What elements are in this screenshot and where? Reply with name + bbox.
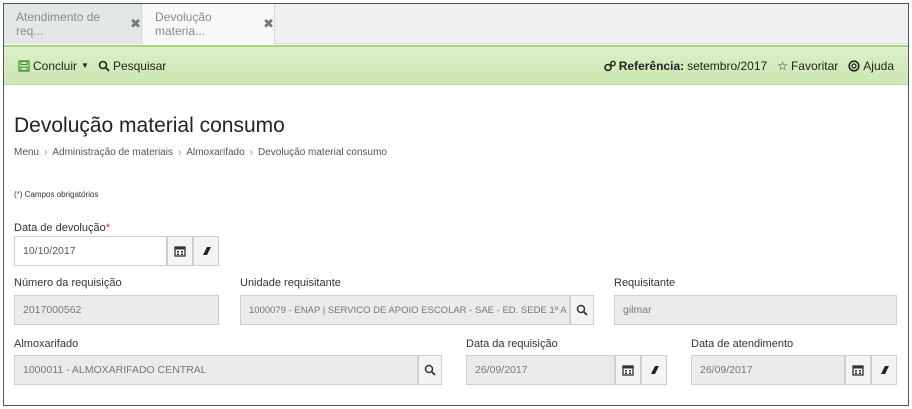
favoritar-label: Favoritar — [790, 58, 839, 73]
tab-bar: Atendimento de req... ✖ Devolução materi… — [4, 4, 908, 44]
eraser-button[interactable] — [193, 236, 219, 266]
tab-atendimento[interactable]: Atendimento de req... ✖ — [4, 4, 142, 44]
unidade-requisitante-field: 1000079 - ENAP | SERVICO DE APOIO ESCOLA… — [240, 295, 570, 325]
referencia-label: Referência: — [618, 58, 685, 73]
cogs-icon — [603, 60, 616, 71]
numero-requisicao-label: Número da requisição — [14, 277, 122, 289]
almoxarifado-label: Almoxarifado — [14, 338, 79, 350]
referencia-value: setembro/2017 — [687, 58, 768, 73]
tab-label: Atendimento de req... — [16, 10, 101, 38]
calendar-button[interactable] — [845, 355, 871, 385]
eraser-icon — [203, 247, 211, 255]
pesquisar-label: Pesquisar — [112, 58, 167, 73]
calendar-icon — [622, 365, 634, 376]
eraser-button[interactable] — [871, 355, 897, 385]
eraser-icon — [651, 366, 659, 374]
breadcrumb-separator: › — [177, 147, 182, 158]
page-title: Devolução material consumo — [14, 114, 285, 137]
requisitante-field: gilmar — [614, 295, 897, 325]
almoxarifado-field: 1000011 - ALMOXARIFADO CENTRAL — [14, 355, 418, 385]
data-requisicao-label: Data da requisição — [466, 338, 558, 350]
eraser-icon — [881, 366, 889, 374]
calendar-icon — [852, 365, 864, 376]
breadcrumb-current: Devolução material consumo — [258, 147, 387, 158]
search-icon — [576, 304, 588, 316]
ajuda-label: Ajuda — [863, 58, 894, 73]
unidade-requisitante-label: Unidade requisitante — [240, 277, 341, 289]
calendar-icon — [174, 246, 186, 257]
data-atendimento-field: 26/09/2017 — [691, 355, 845, 385]
tab-label: Devolução materia... — [155, 10, 212, 38]
ajuda-button[interactable]: Ajuda — [848, 59, 894, 73]
calendar-button[interactable] — [167, 236, 193, 266]
search-icon — [98, 60, 110, 72]
favoritar-button[interactable]: ☆ Favoritar — [777, 59, 838, 73]
data-devolucao-label: Data de devolução* — [14, 222, 111, 234]
breadcrumb-menu[interactable]: Menu — [14, 147, 39, 158]
concluir-label: Concluir — [33, 58, 78, 73]
unidade-search-button[interactable] — [570, 295, 594, 325]
lifebuoy-icon — [848, 59, 860, 72]
toolbar: Concluir ▼ Pesquisar Referência: setembr… — [4, 45, 908, 85]
data-devolucao-input[interactable]: 10/10/2017 — [14, 236, 167, 266]
calendar-button[interactable] — [615, 355, 641, 385]
breadcrumb-separator: › — [249, 147, 254, 158]
tab-devolucao[interactable]: Devolução materia... ✖ — [143, 4, 275, 44]
referencia-button[interactable]: Referência: setembro/2017 — [603, 58, 768, 73]
close-icon[interactable]: ✖ — [130, 16, 141, 32]
search-icon — [424, 364, 436, 376]
eraser-button[interactable] — [641, 355, 667, 385]
caret-down-icon: ▼ — [81, 61, 89, 70]
concluir-button[interactable]: Concluir ▼ — [18, 59, 89, 73]
breadcrumb: Menu › Administração de materiais › Almo… — [14, 147, 387, 158]
breadcrumb-almoxarifado[interactable]: Almoxarifado — [186, 147, 244, 158]
required-note: (*) Campos obrigatórios — [14, 190, 99, 199]
save-icon — [18, 59, 30, 72]
pesquisar-button[interactable]: Pesquisar — [98, 59, 166, 73]
breadcrumb-administracao[interactable]: Administração de materiais — [52, 147, 173, 158]
app-window: Atendimento de req... ✖ Devolução materi… — [3, 3, 909, 406]
data-atendimento-label: Data de atendimento — [691, 338, 794, 350]
requisitante-label: Requisitante — [614, 277, 676, 289]
data-requisicao-field: 26/09/2017 — [466, 355, 615, 385]
breadcrumb-separator: › — [44, 147, 48, 158]
numero-requisicao-field: 2017000562 — [14, 295, 219, 325]
star-icon: ☆ — [777, 58, 788, 73]
close-icon[interactable]: ✖ — [263, 16, 274, 32]
almoxarifado-search-button[interactable] — [418, 355, 442, 385]
